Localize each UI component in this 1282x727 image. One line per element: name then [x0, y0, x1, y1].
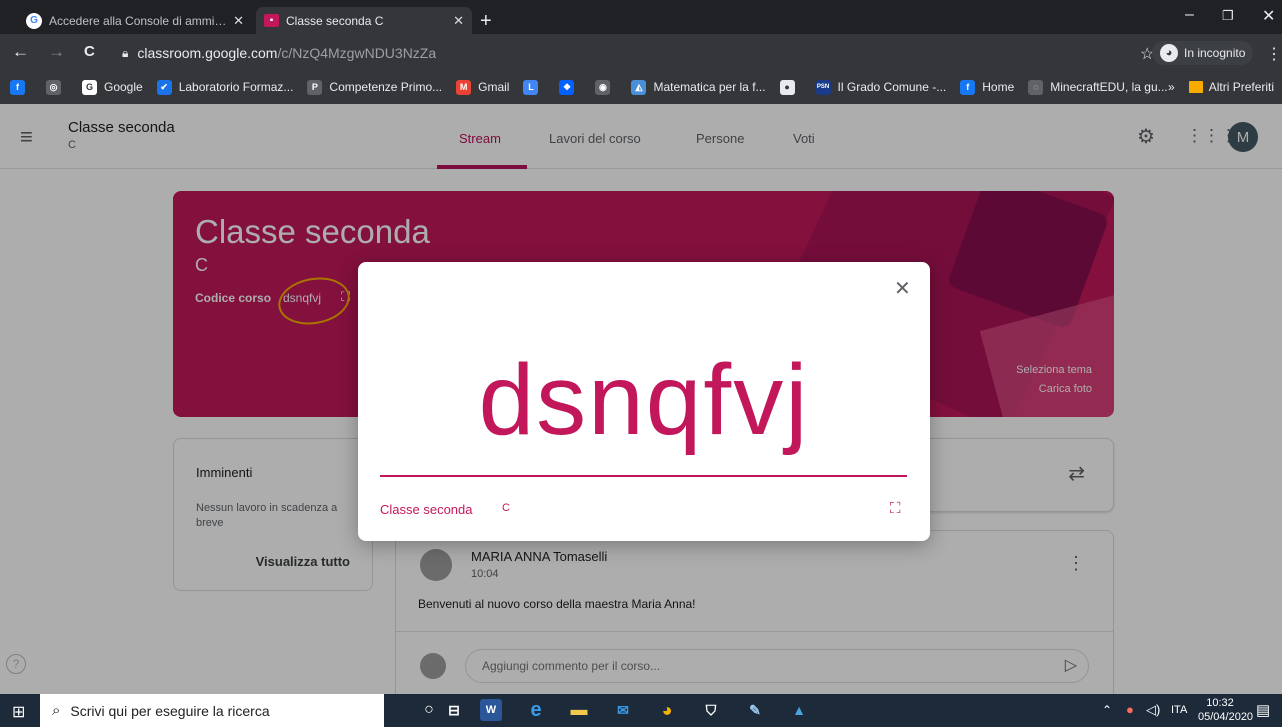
bookmark-item[interactable]: f Home	[960, 79, 1015, 95]
bookmark-label: Il Grado Comune -...	[837, 80, 947, 94]
file-explorer-icon[interactable]: ▬	[568, 699, 590, 721]
folder-icon	[1188, 81, 1203, 93]
taskbar-search-placeholder: Scrivi qui per eseguire la ricerca	[70, 702, 270, 719]
tab-title: Classe seconda C	[286, 13, 384, 28]
tab-classroom[interactable]: ▪ Classe seconda C ✕	[256, 7, 472, 34]
close-tab-icon[interactable]: ✕	[453, 13, 464, 29]
bookmarks-overflow[interactable]: » Altri Preferiti	[1168, 80, 1274, 94]
forward-icon[interactable]: →	[48, 42, 65, 62]
url-domain: classroom.google.com	[137, 45, 278, 61]
psn-icon: PSN	[815, 79, 831, 95]
reload-icon[interactable]: C	[84, 43, 95, 60]
fullscreen-icon[interactable]: ⛶	[890, 500, 901, 517]
minimize-icon[interactable]: –	[1185, 6, 1194, 24]
bookmark-item[interactable]: ◌ MinecraftEDU, la gu...	[1028, 79, 1168, 95]
bookmark-item[interactable]: PSN Il Grado Comune -...	[815, 79, 947, 95]
close-icon[interactable]: ✕	[894, 276, 911, 301]
incognito-label: In incognito	[1184, 46, 1246, 60]
classroom-icon: ▪	[264, 14, 279, 27]
google-g-icon: G	[26, 12, 42, 29]
close-tab-icon[interactable]: ✕	[233, 13, 244, 29]
bookmark-item[interactable]: L	[523, 79, 545, 95]
bookmark-label: Home	[982, 80, 1015, 94]
word-icon[interactable]: W	[480, 699, 502, 721]
windows-taskbar: ⊞ ⌕ Scrivi qui per eseguire la ricerca ○…	[0, 694, 1282, 727]
volume-icon[interactable]: ◁)	[1146, 702, 1160, 718]
class-code-large: dsnqfvj	[478, 344, 810, 456]
facebook-icon: f	[960, 79, 976, 95]
store-icon[interactable]: ⛉	[700, 699, 722, 721]
minecraft-icon: ◌	[1028, 79, 1044, 95]
google-g-icon: G	[82, 79, 97, 95]
bookmarks-more-icon[interactable]: »	[1168, 80, 1175, 94]
url-path: /c/NzQ4MzgwNDU3NzZa	[277, 45, 437, 61]
circle-icon: ●	[779, 79, 795, 95]
bookmark-label: Google	[104, 80, 143, 94]
task-view-icon[interactable]: ⊟	[443, 699, 465, 721]
bookmark-item[interactable]: ●	[779, 79, 802, 95]
lock-icon: 🔒︎	[122, 45, 129, 60]
dropbox-icon: ❖	[559, 79, 575, 95]
bookmark-item[interactable]: P Competenze Primo...	[307, 79, 443, 95]
clock-date: 05/04/2020	[1198, 711, 1254, 723]
bookmark-label: Matematica per la f...	[653, 80, 766, 94]
tab-admin-console[interactable]: G Accedere alla Console di amminis ✕	[18, 7, 252, 34]
bookmark-item[interactable]: ◎	[46, 79, 68, 95]
browser-menu-icon[interactable]: ⋮	[1266, 44, 1282, 64]
notification-icon[interactable]: ▤	[1256, 701, 1270, 719]
chrome-icon[interactable]: ◕	[656, 699, 678, 721]
network-icon[interactable]: ●	[1126, 702, 1134, 717]
bookmark-item[interactable]: ◉	[595, 79, 617, 95]
paint-icon[interactable]: ✎	[744, 699, 766, 721]
bookmark-label: Competenze Primo...	[329, 80, 443, 94]
bookmark-item[interactable]: M Gmail	[456, 79, 510, 95]
bookmark-item[interactable]: ◭ Matematica per la f...	[631, 79, 766, 95]
incognito-icon: ◕	[1160, 44, 1178, 62]
l-icon: L	[523, 79, 539, 95]
clock-time: 10:32	[1206, 697, 1234, 709]
tab-strip: G Accedere alla Console di amminis ✕ ▪ C…	[0, 0, 1282, 34]
divider	[380, 475, 907, 477]
dialog-class-name: Classe seconda	[380, 502, 473, 517]
bookmark-item[interactable]: f	[10, 79, 32, 95]
cortana-icon[interactable]: ○	[418, 699, 440, 721]
restore-icon[interactable]: ❐	[1222, 8, 1234, 24]
edge-icon[interactable]: e	[525, 699, 547, 721]
bookmark-item[interactable]: ❖	[559, 79, 581, 95]
language-indicator[interactable]: ITA	[1171, 704, 1187, 716]
chevron-up-icon[interactable]: ⌃	[1102, 703, 1112, 717]
search-icon: ⌕	[52, 702, 61, 719]
mail-icon[interactable]: ✉	[612, 699, 634, 721]
other-bookmarks[interactable]: Altri Preferiti	[1209, 80, 1274, 94]
address-bar[interactable]: 🔒︎ classroom.google.com/c/NzQ4MzgwNDU3Nz…	[112, 41, 1124, 65]
clock[interactable]: 10:32 05/04/2020	[1198, 696, 1254, 724]
bookmark-label: Laboratorio Formaz...	[178, 80, 294, 94]
camera-icon: ◉	[595, 79, 611, 95]
tab-title: Accedere alla Console di amminis	[49, 13, 228, 28]
facebook-icon: f	[10, 79, 25, 95]
browser-toolbar: ← → C 🔒︎ classroom.google.com/c/NzQ4Mzgw…	[0, 36, 1282, 70]
p-icon: P	[307, 79, 323, 95]
back-icon[interactable]: ←	[12, 42, 29, 62]
dialog-section: C	[502, 502, 510, 514]
class-code-dialog: ✕ dsnqfvj Classe seconda C ⛶	[358, 262, 930, 541]
check-icon: ✔	[156, 79, 172, 95]
bookmarks-bar: f ◎ G Google ✔ Laboratorio Formaz... P Competen…	[0, 72, 1282, 102]
bookmark-label: MinecraftEDU, la gu...	[1050, 80, 1168, 94]
new-tab-button[interactable]: +	[480, 10, 492, 33]
bookmark-item[interactable]: G Google	[82, 79, 143, 95]
windows-start-icon[interactable]: ⊞	[12, 702, 25, 722]
taskbar-search[interactable]: ⌕ Scrivi qui per eseguire la ricerca	[40, 694, 384, 727]
incognito-indicator[interactable]: ◕ In incognito	[1152, 41, 1254, 65]
geogebra-icon: ◭	[631, 79, 647, 95]
bookmark-label: Gmail	[478, 80, 510, 94]
photos-icon[interactable]: ▲	[788, 699, 810, 721]
close-window-icon[interactable]: ✕	[1262, 6, 1275, 26]
browser-chrome: G Accedere alla Console di amminis ✕ ▪ C…	[0, 0, 1282, 104]
gmail-icon: M	[456, 79, 472, 95]
bookmark-icon: ◎	[46, 79, 61, 95]
bookmark-item[interactable]: ✔ Laboratorio Formaz...	[156, 79, 294, 95]
